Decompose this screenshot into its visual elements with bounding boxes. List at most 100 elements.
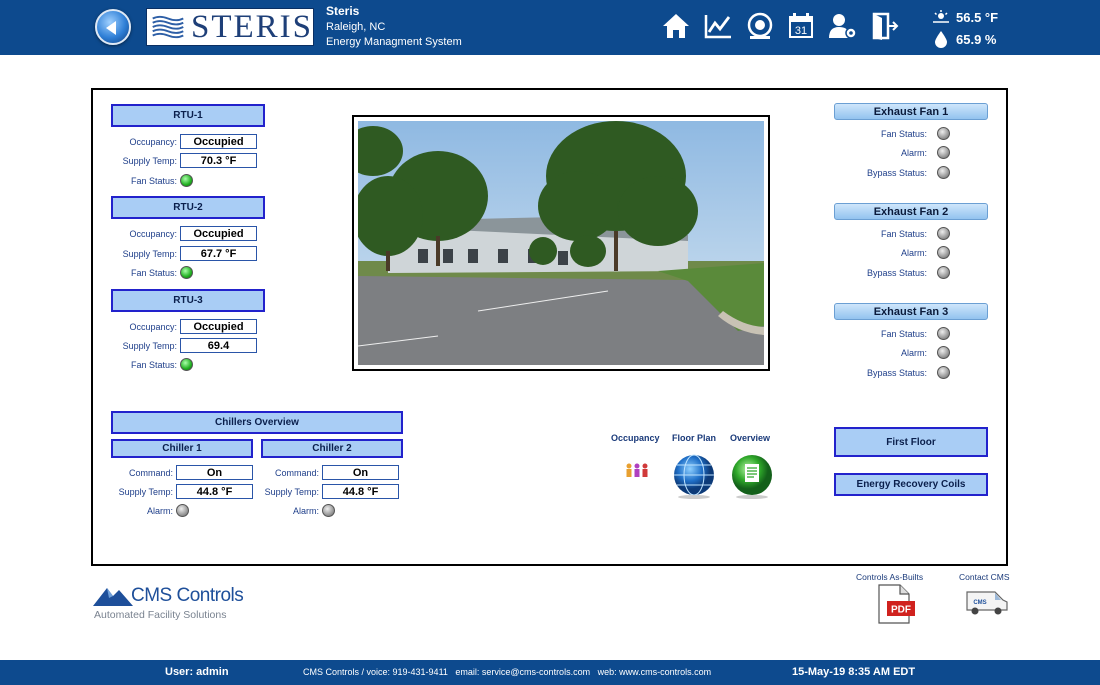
rtu-3-occupancy-value: Occupied [180,319,257,334]
rtu-3-fan-status-led [180,358,193,371]
chiller-1-button[interactable]: Chiller 1 [111,439,253,458]
calendar-day: 31 [795,25,807,37]
exhaust-fan-2-bypass-led [937,266,950,279]
exhaust-fan-title: Exhaust Fan 3 [873,305,949,318]
bypass-status-label: Bypass Status: [866,368,927,378]
rtu-title: RTU-1 [173,110,203,121]
bypass-status-label: Bypass Status: [866,268,927,278]
cms-contact-info: CMS Controls / voice: 919-431-9411 email… [303,667,712,677]
chiller-title: Chiller 1 [162,443,202,454]
chillers-overview-title: Chillers Overview [215,417,299,428]
first-floor-button[interactable]: First Floor [834,427,988,457]
exhaust-fan-title: Exhaust Fan 2 [873,205,949,218]
exhaust-fan-3-alarm-led [937,346,950,359]
exhaust-fan-1-alarm-led [937,146,950,159]
supply-temp-label: Supply Temp: [122,249,177,259]
fan-status-label: Fan Status: [880,329,927,339]
rtu-3-button[interactable]: RTU-3 [111,289,265,312]
supply-temp-label: Supply Temp: [118,487,173,497]
exhaust-fan-1-bypass-led [937,166,950,179]
rtu-title: RTU-2 [173,202,203,213]
rtu-2-fan-status-led [180,266,193,279]
outdoor-humidity: 65.9 % [956,31,997,47]
calendar-icon[interactable]: 31 [786,12,816,40]
supply-temp-label: Supply Temp: [122,341,177,351]
alarm-label: Alarm: [900,348,927,358]
site-name: Steris [326,4,360,18]
chiller-1-command-value: On [176,465,253,480]
floor-plan-globe-icon[interactable] [671,453,717,499]
supply-temp-label: Supply Temp: [122,156,177,166]
energy-recovery-label: Energy Recovery Coils [856,479,966,490]
rtu-2-occupancy-value: Occupied [180,226,257,241]
alarm-label: Alarm: [292,506,319,516]
exhaust-fan-3-bypass-led [937,366,950,379]
contact-cms-label: Contact CMS [959,572,1010,582]
exhaust-fan-2-button[interactable]: Exhaust Fan 2 [834,203,988,220]
occupancy-link-label: Occupancy [611,433,660,443]
rtu-2-button[interactable]: RTU-2 [111,196,265,219]
bypass-status-label: Bypass Status: [866,168,927,178]
first-floor-label: First Floor [886,436,936,448]
fan-status-label: Fan Status: [130,176,177,186]
rtu-title: RTU-3 [173,295,203,306]
trend-chart-icon[interactable] [703,12,733,40]
pdf-label: PDF [891,605,911,616]
pdf-document-icon[interactable]: PDF [876,584,916,624]
alarm-label: Alarm: [900,248,927,258]
back-button[interactable] [95,9,131,45]
exhaust-fan-1-button[interactable]: Exhaust Fan 1 [834,103,988,120]
fan-status-label: Fan Status: [880,229,927,239]
chiller-2-supply-temp-value: 44.8 °F [322,484,399,499]
site-info: Steris Raleigh, NC Energy Managment Syst… [326,4,462,51]
rtu-1-button[interactable]: RTU-1 [111,104,265,127]
logout-icon[interactable] [870,12,900,40]
occupancy-people-icon[interactable] [624,462,650,482]
van-logo-text: CMS [973,600,986,606]
chiller-1-supply-temp-value: 44.8 °F [176,484,253,499]
outdoor-temp: 56.5 °F [956,9,999,25]
exhaust-fan-title: Exhaust Fan 1 [873,105,949,118]
chillers-overview-button[interactable]: Chillers Overview [111,411,403,434]
fan-status-label: Fan Status: [130,360,177,370]
building-photo-frame [352,115,770,371]
alarm-bell-icon[interactable] [745,12,775,40]
steris-logo: STERIS [146,8,314,46]
exhaust-fan-3-status-led [937,327,950,340]
chiller-2-button[interactable]: Chiller 2 [261,439,403,458]
cms-tagline: Automated Facility Solutions [94,609,227,621]
energy-recovery-coils-button[interactable]: Energy Recovery Coils [834,473,988,496]
site-system: Energy Managment System [326,36,462,48]
exhaust-fan-2-status-led [937,227,950,240]
top-bar: STERIS Steris Raleigh, NC Energy Managme… [0,0,1100,55]
occupancy-label: Occupancy: [129,229,177,239]
cms-controls-logo: CMS Controls Automated Facility Solution… [93,584,253,624]
rtu-1-occupancy-value: Occupied [180,134,257,149]
chiller-title: Chiller 2 [312,443,352,454]
current-user: User: admin [165,666,229,678]
humidity-drop-icon [935,31,947,48]
footer-bar: User: admin CMS Controls / voice: 919-43… [0,660,1100,685]
chiller-2-command-value: On [322,465,399,480]
alarm-label: Alarm: [900,148,927,158]
site-location: Raleigh, NC [326,20,386,33]
controls-as-builts-label: Controls As-Builts [856,572,924,582]
cms-mountain-icon [93,588,133,606]
alarm-label: Alarm: [146,506,173,516]
rtu-1-fan-status-led [180,174,193,187]
weather-readout: 56.5 °F 65.9 % [932,6,998,50]
user-settings-icon[interactable] [828,12,858,40]
exhaust-fan-3-button[interactable]: Exhaust Fan 3 [834,303,988,320]
home-icon[interactable] [661,12,691,40]
logo-wordmark: STERIS [190,8,313,45]
fan-status-label: Fan Status: [880,129,927,139]
overview-document-icon[interactable] [729,453,775,499]
occupancy-label: Occupancy: [129,137,177,147]
rtu-3-supply-temp-value: 69.4 [180,338,257,353]
chiller-1-alarm-led [176,504,189,517]
steris-waves-icon [152,15,184,39]
cms-brand: CMS Controls [131,585,244,606]
contact-van-icon[interactable]: CMS [965,586,1009,616]
command-label: Command: [274,468,319,478]
outdoor-temp-icon [933,10,949,23]
